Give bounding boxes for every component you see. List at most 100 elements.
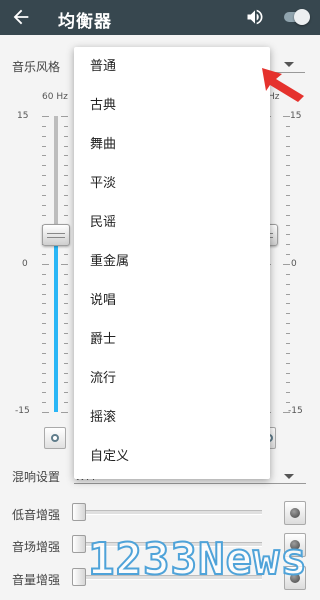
dropdown-item[interactable]: 流行 — [74, 359, 270, 398]
dropdown-item[interactable]: 普通 — [74, 47, 270, 86]
band-reset-button[interactable] — [44, 427, 66, 449]
equalizer-toggle[interactable] — [282, 9, 310, 25]
right-scale-top: 15 — [290, 111, 302, 121]
effect-label: 音场增强 — [12, 540, 61, 554]
tick-mark — [64, 363, 68, 364]
tick-mark — [42, 205, 46, 206]
tick-mark — [64, 215, 68, 216]
tick-mark — [286, 343, 290, 344]
tick-mark — [286, 284, 290, 285]
dropdown-item[interactable]: 古典 — [74, 86, 270, 125]
tick-mark — [64, 195, 68, 196]
bass-boost-button[interactable] — [284, 501, 306, 525]
tick-mark — [64, 373, 68, 374]
tick-mark — [64, 274, 68, 275]
effect-label: 音量增强 — [12, 573, 61, 587]
scale-bottom: -15 — [15, 406, 30, 416]
tick-mark — [42, 363, 46, 364]
tick-mark — [283, 116, 290, 117]
tick-mark — [42, 402, 46, 403]
virtualizer-thumb[interactable] — [72, 535, 86, 553]
tick-mark — [42, 382, 46, 383]
tick-mark — [64, 402, 68, 403]
tick-mark — [286, 225, 290, 226]
band-frequency-label: 60 Hz — [42, 92, 68, 102]
dropdown-item[interactable]: 民谣 — [74, 203, 270, 242]
tick-mark — [286, 205, 290, 206]
tick-mark — [64, 175, 68, 176]
tick-mark — [64, 284, 68, 285]
tick-mark — [286, 294, 290, 295]
tick-mark — [42, 126, 46, 127]
tick-mark — [64, 313, 68, 314]
app-bar: 均衡器 — [0, 0, 320, 35]
tick-mark — [61, 412, 68, 413]
band-slider-thumb[interactable] — [42, 224, 70, 246]
bass-boost-thumb[interactable] — [72, 503, 86, 521]
tick-mark — [64, 165, 68, 166]
tick-mark — [64, 155, 68, 156]
tick-mark — [286, 313, 290, 314]
annotation-arrow-icon — [262, 68, 304, 102]
tick-mark — [283, 264, 290, 265]
tick-mark — [64, 353, 68, 354]
tick-mark — [286, 244, 290, 245]
tick-mark — [286, 165, 290, 166]
tick-mark — [42, 323, 46, 324]
tick-mark — [286, 185, 290, 186]
tick-mark — [286, 195, 290, 196]
dropdown-item[interactable]: 自定义 — [74, 437, 270, 476]
speaker-icon[interactable] — [245, 7, 265, 27]
right-scale-mid: 0 — [291, 259, 297, 269]
effect-label: 低音增强 — [12, 508, 61, 522]
tick-mark — [286, 254, 290, 255]
tick-mark — [64, 294, 68, 295]
tick-mark — [42, 353, 46, 354]
reverb-label: 混响设置 — [12, 470, 61, 484]
tick-mark — [42, 303, 46, 304]
tick-mark — [286, 333, 290, 334]
tick-mark — [64, 185, 68, 186]
tick-mark — [61, 264, 68, 265]
tick-mark — [42, 264, 49, 265]
dropdown-item[interactable]: 摇滚 — [74, 398, 270, 437]
preset-label: 音乐风格 — [12, 60, 61, 74]
dropdown-item[interactable]: 平淡 — [74, 164, 270, 203]
reverb-spinner-underline[interactable] — [74, 483, 306, 484]
tick-mark — [286, 353, 290, 354]
tick-mark — [42, 294, 46, 295]
tick-mark — [64, 205, 68, 206]
tick-mark — [42, 274, 46, 275]
tick-mark — [42, 333, 46, 334]
page-title: 均衡器 — [58, 12, 112, 32]
tick-mark — [64, 323, 68, 324]
tick-mark — [286, 234, 290, 235]
tick-mark — [42, 343, 46, 344]
tick-mark — [64, 343, 68, 344]
dropdown-item[interactable]: 重金属 — [74, 242, 270, 281]
dropdown-item[interactable]: 爵士 — [74, 320, 270, 359]
dropdown-item[interactable]: 说唱 — [74, 281, 270, 320]
tick-mark — [286, 323, 290, 324]
tick-mark — [42, 116, 49, 117]
tick-mark — [42, 215, 46, 216]
tick-mark — [42, 392, 46, 393]
toggle-knob — [294, 9, 310, 25]
tick-mark — [42, 313, 46, 314]
tick-mark — [42, 373, 46, 374]
bass-boost-track[interactable] — [74, 510, 262, 515]
loudness-thumb[interactable] — [72, 568, 86, 586]
dropdown-item[interactable]: 舞曲 — [74, 125, 270, 164]
tick-mark — [286, 363, 290, 364]
tick-mark — [42, 254, 46, 255]
tick-mark — [64, 254, 68, 255]
preset-dropdown-menu: 普通 古典 舞曲 平淡 民谣 重金属 说唱 爵士 流行 摇滚 自定义 — [74, 47, 270, 479]
chevron-down-icon[interactable] — [284, 474, 294, 479]
tick-mark — [42, 195, 46, 196]
tick-mark — [286, 126, 290, 127]
arrow-left-icon[interactable] — [10, 6, 32, 28]
watermark: 1233News — [88, 534, 308, 586]
band-slider-track — [54, 116, 58, 236]
tick-mark — [64, 392, 68, 393]
tick-mark — [64, 126, 68, 127]
